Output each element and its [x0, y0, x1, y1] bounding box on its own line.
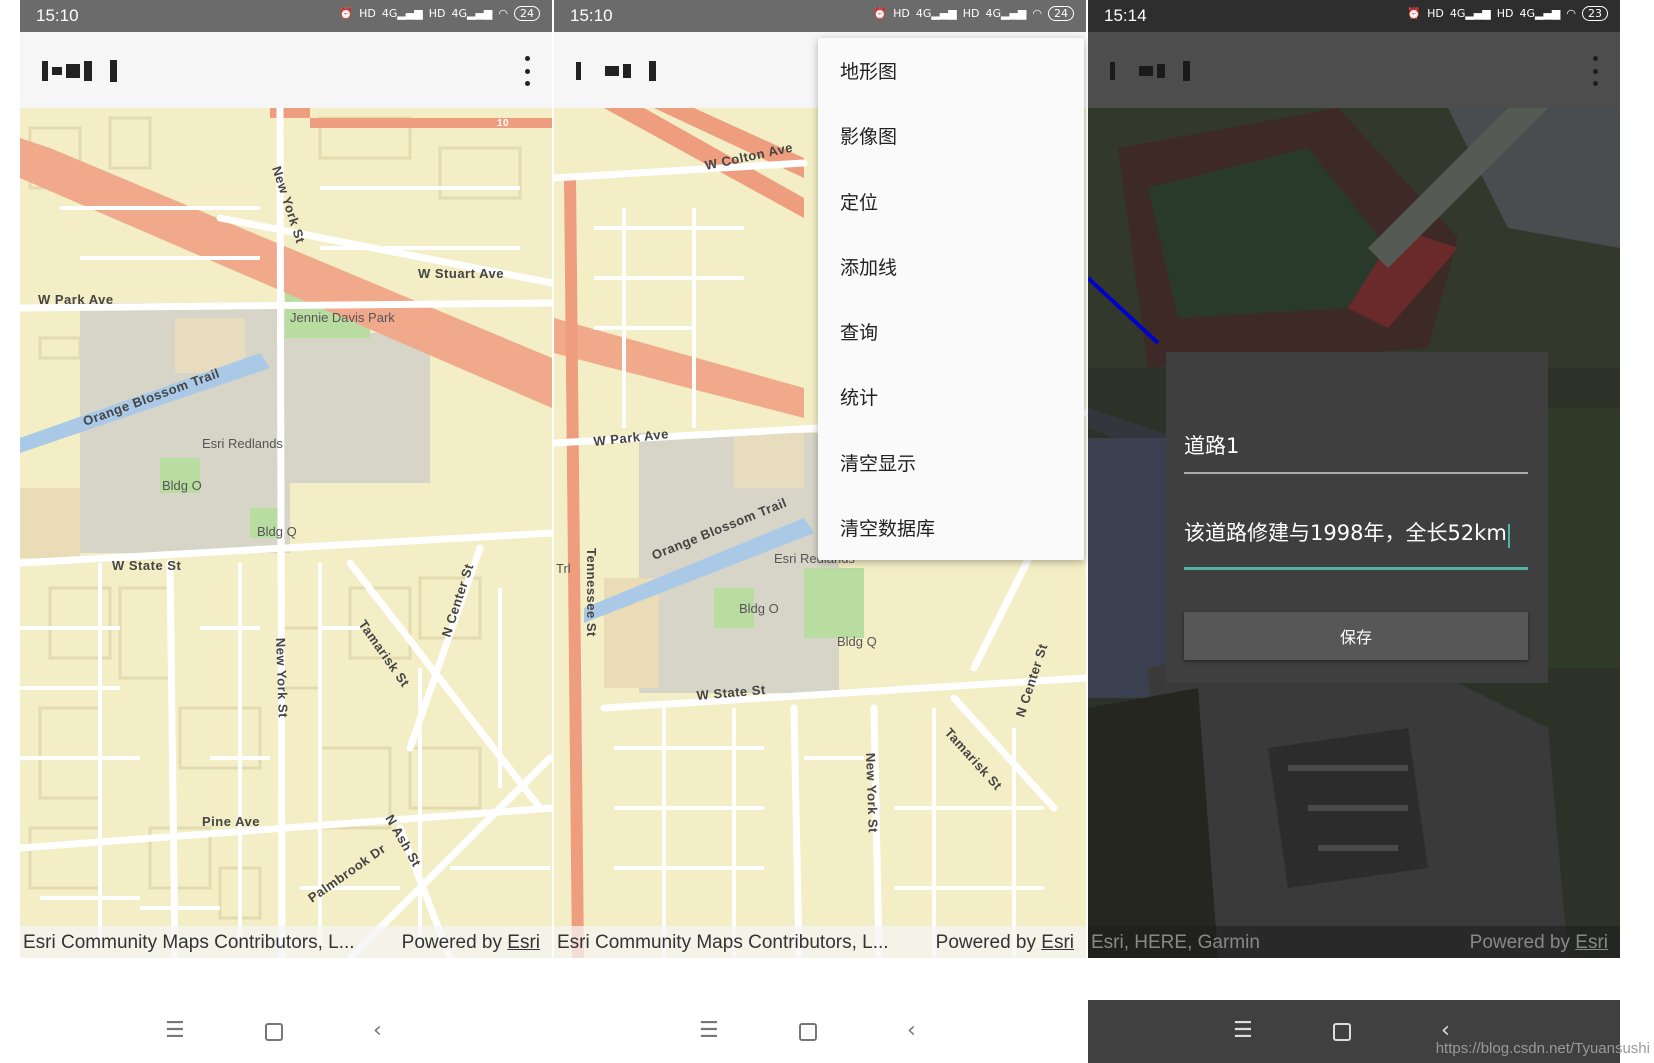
- map-label-tennessee-st: Tennessee St: [584, 548, 599, 637]
- map-attribution: Esri Community Maps Contributors, L... P…: [554, 926, 1086, 958]
- nav-back-icon[interactable]: ‹: [907, 1018, 916, 1043]
- map-attribution: Esri, HERE, Garmin Powered by Esri: [1088, 926, 1620, 958]
- hd-icon: HD: [359, 6, 376, 20]
- road-name-value: 道路1: [1184, 434, 1240, 458]
- status-icons: ⏰ HD 4G▂▄▆ HD 4G▂▄▆ ◠ 23: [1407, 6, 1608, 21]
- alarm-icon: ⏰: [339, 6, 354, 20]
- battery-icon: 24: [514, 6, 540, 21]
- map-label-bldg-o: Bldg O: [162, 478, 202, 493]
- app-bar: [1088, 32, 1620, 108]
- map-label-new-york-st-2: New York St: [273, 638, 291, 719]
- map-label-bldg-q: Bldg Q: [837, 634, 877, 649]
- esri-link[interactable]: Esri: [1041, 932, 1074, 953]
- phone-panel-1: 15:10 ⏰ HD 4G▂▄▆ HD 4G▂▄▆ ◠ 24 W Park Av…: [20, 0, 552, 1063]
- menu-item-clear-database[interactable]: 清空数据库: [818, 495, 1084, 560]
- hd-icon: HD: [893, 6, 910, 20]
- status-time: 15:10: [36, 6, 79, 25]
- attribution-text: Esri Community Maps Contributors, L...: [557, 932, 889, 953]
- attribution-text: Esri Community Maps Contributors, L...: [23, 932, 355, 953]
- map-label-trl: Trl: [556, 561, 571, 576]
- status-bar: 15:10 ⏰ HD 4G▂▄▆ HD 4G▂▄▆ ◠ 24: [20, 0, 552, 32]
- powered-by: Powered by Esri: [402, 932, 540, 954]
- powered-by-label: Powered by: [935, 932, 1036, 953]
- road-description-value: 该道路修建与1998年，全长52km: [1184, 521, 1507, 545]
- map-label-highway-10: 10: [497, 118, 509, 129]
- hd-icon: HD: [962, 6, 980, 20]
- esri-link[interactable]: Esri: [507, 932, 540, 953]
- hd-icon: HD: [1496, 6, 1514, 20]
- overflow-menu-button[interactable]: [522, 56, 532, 86]
- menu-item-locate[interactable]: 定位: [818, 169, 1084, 234]
- wifi-icon: ◠: [1032, 6, 1042, 20]
- nav-home-icon[interactable]: [1333, 1018, 1351, 1041]
- menu-item-topographic[interactable]: 地形图: [818, 38, 1084, 103]
- alarm-icon: ⏰: [1407, 6, 1422, 20]
- map-label-esri-redlands: Esri Redlands: [202, 436, 283, 451]
- map-label-w-stuart-ave: W Stuart Ave: [418, 266, 504, 281]
- status-time: 15:14: [1104, 6, 1147, 25]
- 4g-signal-icon: 4G▂▄▆: [381, 6, 423, 20]
- save-button[interactable]: 保存: [1184, 612, 1528, 660]
- menu-item-statistics[interactable]: 统计: [818, 364, 1084, 429]
- status-icons: ⏰ HD 4G▂▄▆ HD 4G▂▄▆ ◠ 24: [339, 6, 540, 21]
- map-label-new-york-st: New York St: [863, 753, 881, 834]
- nav-menu-icon[interactable]: ☰: [699, 1018, 719, 1043]
- app-title-redacted: [576, 58, 656, 84]
- menu-item-imagery[interactable]: 影像图: [818, 103, 1084, 168]
- alarm-icon: ⏰: [873, 6, 888, 20]
- menu-item-query[interactable]: 查询: [818, 299, 1084, 364]
- map-label-pine-ave: Pine Ave: [202, 814, 260, 829]
- menu-item-add-line[interactable]: 添加线: [818, 234, 1084, 299]
- powered-by: Powered by Esri: [1470, 932, 1608, 954]
- system-nav-bar: ☰ ‹: [20, 1000, 552, 1063]
- powered-by-label: Powered by: [1469, 932, 1570, 953]
- map-label-w-park-ave: W Park Ave: [38, 292, 114, 307]
- map-attribution: Esri Community Maps Contributors, L... P…: [20, 926, 552, 958]
- system-nav-bar: ☰ ‹: [554, 1000, 1086, 1063]
- topographic-map[interactable]: W Park Ave W Stuart Ave Jennie Davis Par…: [20, 108, 552, 958]
- nav-back-icon[interactable]: ‹: [373, 1018, 382, 1043]
- map-label-bldg-o: Bldg O: [739, 601, 779, 616]
- 4g-signal-icon: 4G▂▄▆: [985, 6, 1027, 20]
- wifi-icon: ◠: [498, 6, 508, 20]
- 4g-signal-icon: 4G▂▄▆: [1519, 6, 1561, 20]
- nav-home-icon[interactable]: [265, 1018, 283, 1041]
- hd-icon: HD: [1427, 6, 1444, 20]
- map-label-jennie-davis-park: Jennie Davis Park: [290, 310, 395, 325]
- status-time: 15:10: [570, 6, 613, 25]
- status-bar: 15:14 ⏰ HD 4G▂▄▆ HD 4G▂▄▆ ◠ 23: [1088, 0, 1620, 32]
- nav-menu-icon[interactable]: ☰: [1233, 1018, 1253, 1043]
- 4g-signal-icon: 4G▂▄▆: [451, 6, 493, 20]
- nav-home-icon[interactable]: [799, 1018, 817, 1041]
- text-cursor: [1507, 523, 1510, 548]
- status-bar: 15:10 ⏰ HD 4G▂▄▆ HD 4G▂▄▆ ◠ 24: [554, 0, 1086, 32]
- map-label-bldg-q: Bldg Q: [257, 524, 297, 539]
- 4g-signal-icon: 4G▂▄▆: [1449, 6, 1491, 20]
- map-label-w-state-st: W State St: [112, 558, 181, 573]
- overflow-menu-button[interactable]: [1590, 56, 1600, 86]
- wifi-icon: ◠: [1566, 6, 1576, 20]
- battery-icon: 24: [1048, 6, 1074, 21]
- watermark: https://blog.csdn.net/Tyuansushi: [1435, 1040, 1650, 1057]
- powered-by-label: Powered by: [401, 932, 502, 953]
- road-name-field[interactable]: 道路1: [1184, 430, 1528, 474]
- nav-menu-icon[interactable]: ☰: [165, 1018, 185, 1043]
- powered-by: Powered by Esri: [936, 932, 1074, 954]
- status-icons: ⏰ HD 4G▂▄▆ HD 4G▂▄▆ ◠ 24: [873, 6, 1074, 21]
- attribution-text: Esri, HERE, Garmin: [1091, 932, 1260, 953]
- map-view[interactable]: W Park Ave W Stuart Ave Jennie Davis Par…: [20, 108, 552, 958]
- 4g-signal-icon: 4G▂▄▆: [915, 6, 957, 20]
- attribute-input-dialog: 道路1 该道路修建与1998年，全长52km 保存: [1166, 352, 1548, 683]
- overflow-popup-menu: 地形图 影像图 定位 添加线 查询 统计 清空显示 清空数据库: [818, 38, 1084, 560]
- app-title-redacted: [1110, 58, 1190, 84]
- app-bar: [20, 32, 552, 108]
- battery-icon: 23: [1582, 6, 1608, 21]
- esri-link[interactable]: Esri: [1575, 932, 1608, 953]
- road-description-field[interactable]: 该道路修建与1998年，全长52km: [1184, 517, 1528, 570]
- menu-item-clear-display[interactable]: 清空显示: [818, 430, 1084, 495]
- hd-icon: HD: [428, 6, 446, 20]
- app-title-redacted: [42, 58, 117, 84]
